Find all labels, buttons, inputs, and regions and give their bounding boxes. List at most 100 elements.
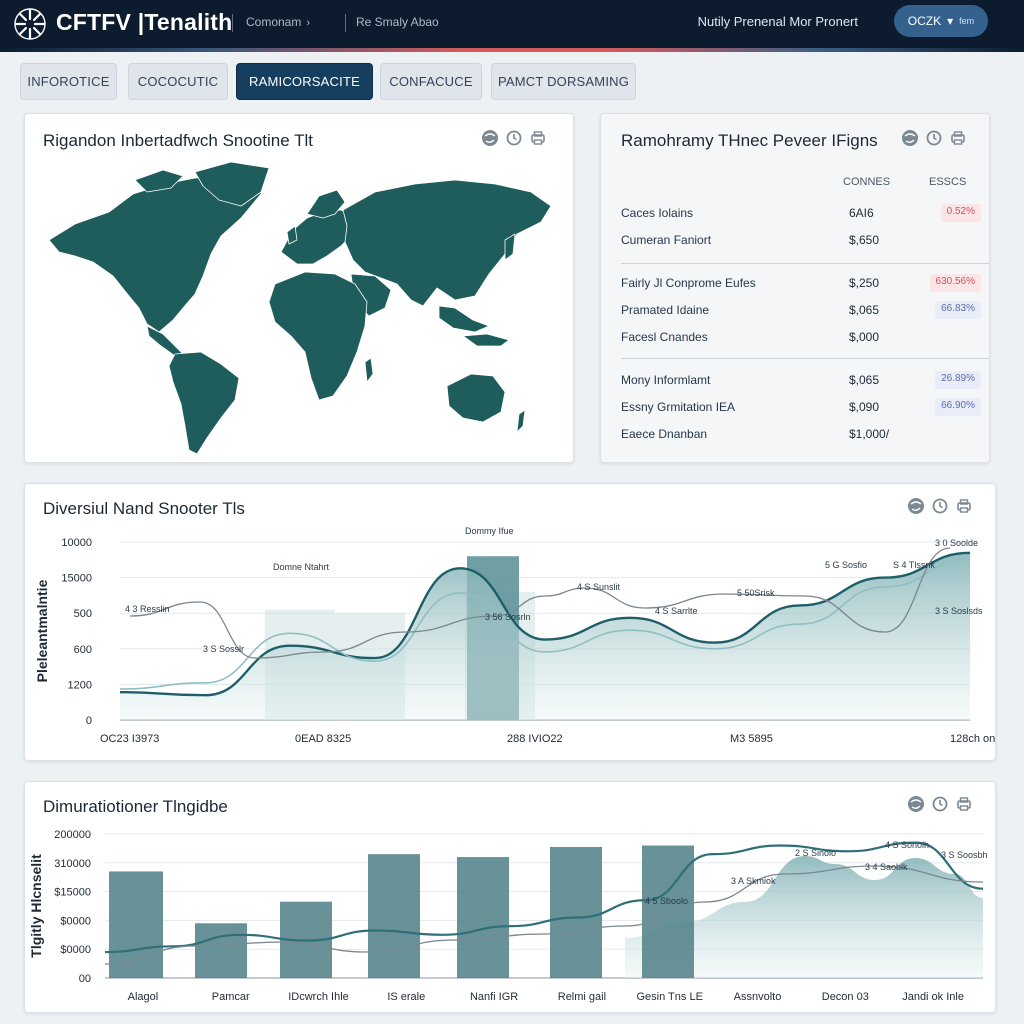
x-tick-label: Relmi gail	[558, 991, 606, 1003]
column-header: ESSCS	[929, 176, 967, 188]
bar-chart: 200000 310000 $15000 $0000 $0000 00 Tlgitly Hl…	[28, 829, 988, 1003]
summary-row[interactable]: Facesl Cnandes $,000	[621, 326, 981, 350]
x-tick-label: 288 IVIO22	[507, 733, 563, 745]
nav-link-smaly[interactable]: Re Smaly Abao	[356, 15, 439, 29]
row-value: $,250	[849, 276, 880, 290]
tab-confacuce[interactable]: CONFACUCE	[380, 63, 482, 100]
y-tick-label: 00	[79, 973, 91, 985]
header-accent-stripe	[0, 48, 1024, 52]
globe-icon[interactable]	[907, 795, 925, 813]
row-value: $,650	[849, 233, 880, 247]
bar-chart-panel: Dimuratiotioner Tlngidbe 200000 310000 $15…	[24, 781, 996, 1013]
summary-row[interactable]: Eaece Dnanban $1,000/	[621, 423, 981, 447]
summary-row[interactable]: Fairly Jl Conprome Eufes $,250 630.56%	[621, 272, 981, 296]
tab-cococutic[interactable]: COCOCUTIC	[128, 63, 228, 100]
x-tick-label: OC23 I3973	[100, 733, 159, 745]
app-title: CFTFV |Tenalith	[56, 9, 233, 35]
logo-icon	[14, 8, 46, 40]
row-label: Cumeran Faniort	[621, 233, 712, 247]
bar-chart-toolbar	[907, 795, 973, 813]
chart-annotation: 3 S Sosslr	[203, 644, 244, 654]
globe-icon[interactable]	[901, 129, 919, 147]
chart-annotation: Dommy Ifue	[465, 526, 514, 536]
chart-annotation: 4 3 Resslin	[125, 604, 170, 614]
summary-panel-title: Ramohramy THnec Peveer IFigns	[621, 131, 878, 150]
nav-divider	[345, 14, 346, 32]
chart-annotation: 4 S Sarrlte	[655, 606, 698, 616]
clock-icon[interactable]	[505, 129, 523, 147]
summary-row[interactable]: Mony Informlamt $,065 26.89%	[621, 369, 981, 393]
map-region-new-zealand	[516, 409, 526, 433]
chart-annotation: 2 S Sinolo	[795, 848, 836, 858]
chart-annotation: S 4 Tlssnk	[893, 560, 935, 570]
x-tick-label: Pamcar	[212, 991, 250, 1003]
x-tick-label: IS erale	[387, 991, 425, 1003]
nav-link-comonam[interactable]: Comonam ›	[246, 15, 310, 29]
globe-icon[interactable]	[907, 497, 925, 515]
row-label: Fairly Jl Conprome Eufes	[621, 276, 756, 290]
row-value: $1,000/	[849, 427, 890, 441]
chart-annotation: 4 S Sonolh	[885, 840, 929, 850]
clock-icon[interactable]	[925, 129, 943, 147]
chart-bar	[195, 923, 247, 978]
map-region-africa	[268, 271, 368, 401]
row-value: 6AI6	[849, 206, 874, 220]
y-tick-label: 1200	[68, 679, 92, 691]
account-button[interactable]: OCZK ▾ fem	[894, 5, 988, 37]
summary-row[interactable]: Essny Grmitation IEA $,090 66.90%	[621, 396, 981, 420]
area-chart-toolbar	[907, 497, 973, 515]
change-badge: 66.83%	[935, 301, 981, 319]
chart-bar	[109, 871, 163, 978]
summary-panel: Ramohramy THnec Peveer IFigns CONNES ESS…	[600, 113, 990, 463]
x-tick-label: Decon 03	[822, 991, 869, 1003]
x-tick-label: 0EAD 8325	[295, 733, 351, 745]
print-icon[interactable]	[949, 129, 967, 147]
summary-row[interactable]: Pramated Idaine $,065 66.83%	[621, 299, 981, 323]
y-tick-label: 500	[74, 608, 92, 620]
change-badge: 630.56%	[929, 274, 981, 292]
chart-annotation: 3 S Soosbh	[941, 850, 988, 860]
chart-bar	[368, 854, 420, 978]
map-panel-toolbar	[481, 129, 547, 147]
print-icon[interactable]	[955, 795, 973, 813]
chart-annotation: 5 G Sosfio	[825, 560, 867, 570]
area-chart-panel: Diversiul Nand Snooter Tls 10000 15000 500…	[24, 483, 996, 761]
y-tick-label: 200000	[54, 829, 91, 841]
chart-annotation: 4 S Sunslit	[577, 582, 621, 592]
y-axis-title: Tlgitly Hlcnselit	[28, 854, 44, 958]
area-chart: 10000 15000 500 600 1200 0 Pleleantmalntie Domm…	[34, 526, 995, 745]
table-divider	[621, 263, 989, 264]
y-axis-title: Pleleantmalntie	[34, 579, 50, 682]
notify-text[interactable]: Nutily Prenenal Mor Pronert	[698, 14, 858, 29]
print-icon[interactable]	[955, 497, 973, 515]
chart-annotation: Domne Ntahrt	[273, 562, 330, 572]
clock-icon[interactable]	[931, 497, 949, 515]
row-label: Caces Iolains	[621, 206, 694, 220]
area-chart-title: Diversiul Nand Snooter Tls	[43, 499, 245, 518]
row-value: $,000	[849, 330, 880, 344]
y-tick-label: $0000	[60, 944, 91, 956]
summary-row[interactable]: Caces Iolains 6AI6 0.52%	[621, 202, 981, 226]
map-panel-title: Rigandon Inbertadfwch Snootine Tlt	[43, 131, 313, 150]
globe-icon[interactable]	[481, 129, 499, 147]
row-value: $,090	[849, 400, 880, 414]
print-icon[interactable]	[529, 129, 547, 147]
x-tick-label: IDcwrch Ihle	[288, 991, 349, 1003]
tab-ramicorsacite[interactable]: RAMICORSACITE	[236, 63, 373, 100]
chart-annotation: 3 4 Saoblk	[865, 862, 908, 872]
map-region-se-asia	[438, 305, 490, 333]
clock-icon[interactable]	[931, 795, 949, 813]
x-tick-label: Assnvolto	[734, 991, 782, 1003]
tab-pamct-dorsaming[interactable]: PAMCT DORSAMING	[491, 63, 636, 100]
y-tick-label: 0	[86, 715, 92, 727]
nav-divider	[232, 14, 233, 32]
column-header: CONNES	[843, 176, 891, 188]
x-tick-label: Gesin Tns LE	[636, 991, 702, 1003]
x-tick-label: Nanfi IGR	[470, 991, 518, 1003]
row-value: $,065	[849, 373, 880, 387]
tab-inforotice[interactable]: INFOROTICE	[20, 63, 117, 100]
x-tick-label: Alagol	[128, 991, 159, 1003]
map-region-south-america	[168, 351, 240, 455]
change-badge: 66.90%	[935, 398, 981, 416]
summary-row[interactable]: Cumeran Faniort $,650	[621, 229, 981, 253]
